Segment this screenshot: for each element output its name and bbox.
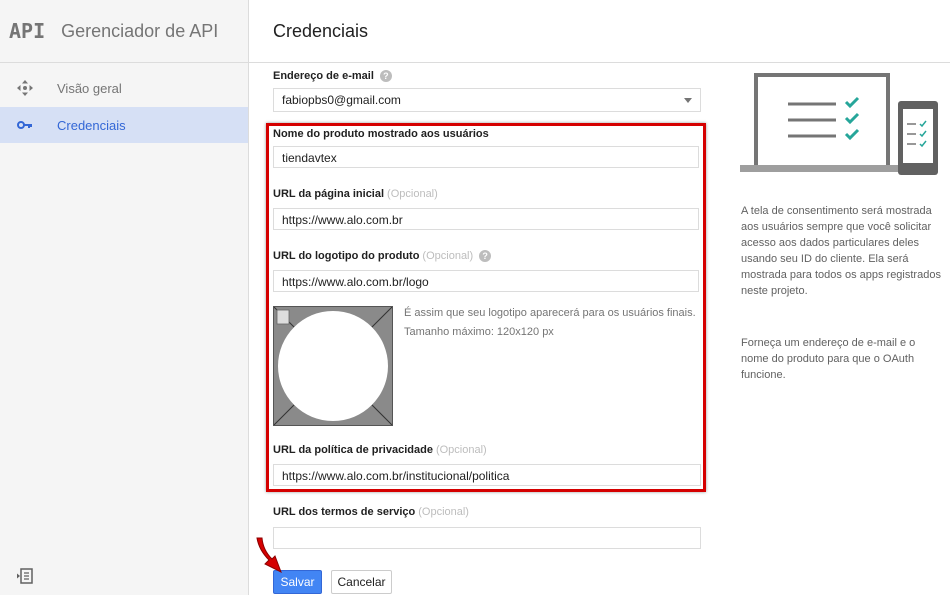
homepage-label-text: URL da página inicial [273,188,385,200]
info-oauth-text: Forneça um endereço de e-mail e o nome d… [741,337,916,381]
optional-hint: (Opcional) [418,506,469,518]
email-label-text: Endereço de e-mail [273,70,374,82]
logo-url-input[interactable]: https://www.alo.com.br/logo [273,270,699,292]
product-name-input[interactable]: tiendavtex [273,146,699,168]
sidebar-item-overview[interactable]: Visão geral [0,70,248,106]
logo-note-line2: Tamanho máximo: 120x120 px [404,326,554,338]
overview-icon [17,80,33,96]
key-icon [17,121,32,129]
header: Credenciais [249,0,950,63]
logo-url-label-text: URL do logotipo do produto [273,250,420,262]
sidebar-item-credentials[interactable]: Credenciais [0,107,248,143]
info-consent-text: A tela de consentimento será mostrada ao… [741,205,941,297]
email-select[interactable]: fabiopbs0@gmail.com [273,88,701,112]
help-icon[interactable]: ? [479,250,492,263]
logo-preview [273,306,393,426]
cancel-button[interactable]: Cancelar [331,570,392,594]
logo-note-line1: É assim que seu logotipo aparecerá para … [404,307,696,319]
email-label: Endereço de e-mail? [273,70,392,83]
collapse-sidebar-icon[interactable] [16,567,34,585]
sidebar-item-label: Visão geral [57,80,122,96]
optional-hint: (Opcional) [422,250,474,262]
page-title: Credenciais [273,20,369,41]
terms-label-text: URL dos termos de serviço [273,506,416,518]
logo-url-label: URL do logotipo do produto (Opcional)? [273,250,492,263]
help-icon[interactable]: ? [379,70,392,83]
app-title[interactable]: Gerenciador de API [61,21,218,42]
privacy-url-input[interactable]: https://www.alo.com.br/institucional/pol… [273,464,701,486]
pointer-arrow-icon [256,537,282,574]
privacy-label: URL da política de privacidade (Opcional) [273,444,487,456]
privacy-label-text: URL da política de privacidade [273,444,433,456]
terms-url-input[interactable] [273,527,701,549]
optional-hint: (Opcional) [435,444,487,456]
chevron-down-icon [684,98,692,103]
consent-screen-illustration [740,73,938,175]
homepage-label: URL da página inicial (Opcional) [273,188,438,200]
broken-image-icon [273,306,393,426]
email-select-value: fabiopbs0@gmail.com [282,93,401,107]
optional-hint: (Opcional) [387,188,438,200]
terms-label: URL dos termos de serviço (Opcional) [273,506,469,518]
homepage-url-input[interactable]: https://www.alo.com.br [273,208,699,230]
product-name-label: Nome do produto mostrado aos usuários [273,128,489,140]
sidebar-item-label: Credenciais [57,117,126,133]
sidebar-brand: API Gerenciador de API [0,0,248,63]
api-logo[interactable]: API [9,19,45,43]
sidebar: API Gerenciador de API Visão geral Crede… [0,0,249,595]
